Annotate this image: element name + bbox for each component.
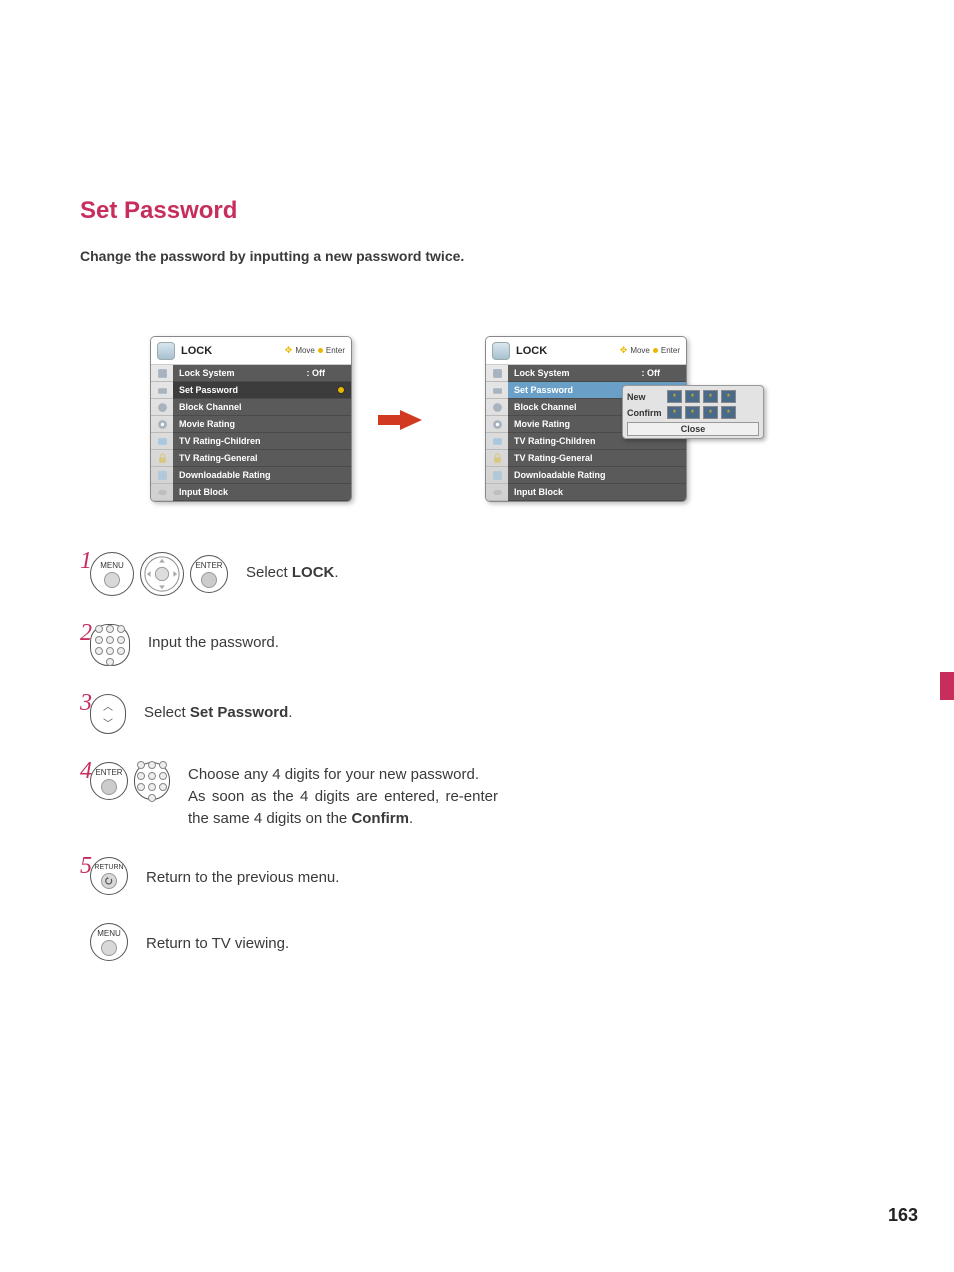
menu-button-icon: MENU (90, 923, 128, 961)
move-icon: ✥ (620, 345, 628, 356)
radio-selected-icon (337, 386, 345, 394)
osd-title: LOCK (516, 345, 620, 357)
lock-category-icon (157, 342, 175, 360)
move-icon: ✥ (285, 345, 293, 356)
enter-button-icon: ENTER (190, 555, 228, 593)
number-keypad-icon (90, 624, 130, 666)
cat-icon (486, 467, 508, 484)
step-text: Return to the previous menu. (146, 857, 339, 889)
enter-icon (653, 348, 658, 353)
number-keypad-icon (134, 762, 170, 800)
close-button[interactable]: Close (627, 422, 759, 436)
confirm-label: Confirm (627, 408, 667, 418)
password-popup: New * * * * Confirm * * * * Close (622, 385, 764, 439)
step-text: Input the password. (148, 624, 279, 654)
osd-row-tv-general[interactable]: TV Rating-General (173, 450, 351, 467)
page-number: 163 (888, 1205, 918, 1226)
hint-enter: Enter (326, 346, 345, 355)
page-subtitle: Change the password by inputting a new p… (80, 248, 464, 264)
new-label: New (627, 392, 667, 402)
cat-icon (151, 382, 173, 399)
return-button-icon: RETURN (90, 857, 128, 895)
osd-row-lock-system[interactable]: Lock System: Off (508, 365, 686, 382)
section-tab-marker (940, 672, 954, 700)
cat-icon (151, 467, 173, 484)
arrow-right-icon (400, 410, 422, 430)
osd-row-lock-system[interactable]: Lock System: Off (173, 365, 351, 382)
pw-digit[interactable]: * (685, 390, 700, 403)
chevron-down-icon: ﹀ (103, 715, 113, 730)
lock-category-icon (492, 342, 510, 360)
osd-row-input-block[interactable]: Input Block (508, 484, 686, 501)
osd-row-movie-rating[interactable]: Movie Rating (173, 416, 351, 433)
step-text: Return to TV viewing. (146, 923, 289, 955)
osd-row-block-channel[interactable]: Block Channel (173, 399, 351, 416)
cat-icon (151, 484, 173, 501)
cat-icon (151, 399, 173, 416)
dpad-icon (140, 552, 184, 596)
cat-icon (486, 433, 508, 450)
hint-move: Move (295, 346, 315, 355)
cat-icon (486, 365, 508, 382)
cat-icon (486, 416, 508, 433)
osd-panel-before: LOCK ✥ Move Enter Lock System: Off Set P… (150, 336, 352, 502)
hint-enter: Enter (661, 346, 680, 355)
osd-row-tv-general[interactable]: TV Rating-General (508, 450, 686, 467)
cat-icon (486, 484, 508, 501)
step-text: Choose any 4 digits for your new passwor… (188, 762, 498, 829)
pw-digit[interactable]: * (703, 406, 718, 419)
osd-row-downloadable[interactable]: Downloadable Rating (508, 467, 686, 484)
page-title: Set Password (80, 197, 237, 225)
cat-icon (486, 399, 508, 416)
osd-row-set-password[interactable]: Set Password (173, 382, 351, 399)
cat-icon (151, 416, 173, 433)
pw-digit[interactable]: * (703, 390, 718, 403)
pw-digit[interactable]: * (721, 390, 736, 403)
up-down-icon: ︿ ﹀ (90, 694, 126, 734)
chevron-up-icon: ︿ (103, 698, 113, 713)
osd-row-input-block[interactable]: Input Block (173, 484, 351, 501)
cat-icon (151, 365, 173, 382)
enter-icon (318, 348, 323, 353)
osd-row-downloadable[interactable]: Downloadable Rating (173, 467, 351, 484)
osd-title: LOCK (181, 345, 285, 357)
menu-button-icon: MENU (90, 552, 134, 596)
cat-icon (151, 433, 173, 450)
enter-button-icon: ENTER (90, 762, 128, 800)
pw-digit[interactable]: * (667, 390, 682, 403)
cat-icon (486, 382, 508, 399)
lock-icon (151, 450, 173, 467)
osd-row-tv-children[interactable]: TV Rating-Children (173, 433, 351, 450)
pw-digit[interactable]: * (667, 406, 682, 419)
step-text: Select Set Password. (144, 694, 292, 724)
lock-icon (486, 450, 508, 467)
pw-digit[interactable]: * (721, 406, 736, 419)
hint-move: Move (630, 346, 650, 355)
pw-digit[interactable]: * (685, 406, 700, 419)
step-text: Select LOCK. (246, 552, 339, 584)
